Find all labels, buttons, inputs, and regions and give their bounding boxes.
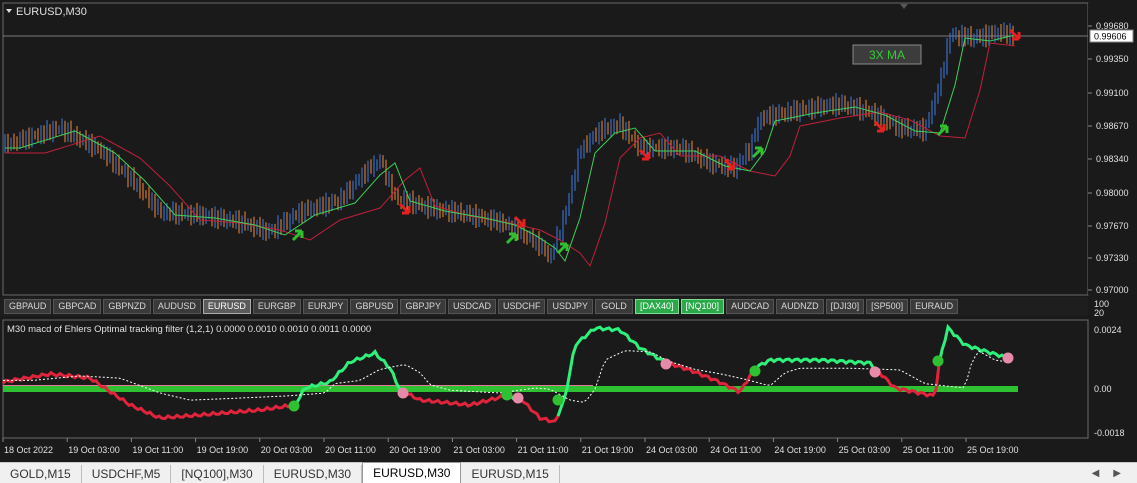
tab-nq100-m30[interactable]: [NQ100],M30 <box>171 465 264 483</box>
indicator-area[interactable] <box>2 319 1089 439</box>
symbol-button-usdcad[interactable]: USDCAD <box>447 299 496 314</box>
symbol-button-sp500[interactable]: [SP500] <box>866 299 909 314</box>
tab-usdchf-m5[interactable]: USDCHF,M5 <box>82 465 172 483</box>
time-tick-label: 19 Oct 03:00 <box>68 445 120 455</box>
time-tick-label: 24 Oct 19:00 <box>774 445 826 455</box>
time-tick-label: 19 Oct 19:00 <box>197 445 249 455</box>
indicator-tick-zero: 0.00 <box>1094 384 1112 394</box>
time-tick-label: 19 Oct 11:00 <box>132 445 183 455</box>
tab-eurusd-m30[interactable]: EURUSD,M30 <box>264 465 363 483</box>
cross-down-dot <box>869 366 881 378</box>
price-tick-label: 0.98000 <box>1096 188 1129 198</box>
price-tick-label: 0.97330 <box>1096 253 1129 263</box>
symbol-button-gbpusd[interactable]: GBPUSD <box>350 299 399 314</box>
time-tick-label: 25 Oct 11:00 <box>903 445 954 455</box>
cross-up-dot <box>501 389 513 401</box>
symbol-button-usdjpy[interactable]: USDJPY <box>547 299 593 314</box>
symbol-button-dji30[interactable]: [DJI30] <box>825 299 865 314</box>
price-tick-label: 0.98340 <box>1096 154 1129 164</box>
symbol-button-audusd[interactable]: AUDUSD <box>152 299 201 314</box>
price-tick-label: 0.97000 <box>1096 285 1129 295</box>
time-axis: 18 Oct 2022 19 Oct 03:00 19 Oct 11:00 19 Oc… <box>2 438 1019 455</box>
cross-down-dot <box>512 392 524 404</box>
price-axis <box>1088 3 1137 295</box>
symbol-button-eurjpy[interactable]: EURJPY <box>302 299 349 314</box>
price-tick-label: 0.99350 <box>1096 54 1129 64</box>
price-tick-label: 0.97670 <box>1096 221 1129 231</box>
time-tick-label: 21 Oct 11:00 <box>518 445 569 455</box>
cross-up-dot <box>552 394 564 406</box>
indicator-tick-top: 0.0024 <box>1094 325 1122 335</box>
tab-scroll-right-icon[interactable]: ▶ <box>1113 465 1121 483</box>
symbol-button-gbpaud[interactable]: GBPAUD <box>4 299 52 314</box>
current-price-label: 0.99606 <box>1094 32 1127 42</box>
time-tick-label: 18 Oct 2022 <box>4 445 53 455</box>
cross-up-dot <box>288 400 300 412</box>
time-tick-label: 20 Oct 19:00 <box>389 445 441 455</box>
symbol-button-gbpcad[interactable]: GBPCAD <box>53 299 102 314</box>
tab-scroll-left-icon[interactable]: ◀ <box>1092 465 1100 483</box>
tab-eurusd-m15[interactable]: EURUSD,M15 <box>461 465 560 483</box>
symbol-button-gbpnzd[interactable]: GBPNZD <box>103 299 151 314</box>
tab-eurusd-m30-active[interactable]: EURUSD,M30 <box>362 462 462 483</box>
cross-up-dot <box>932 355 944 367</box>
symbol-button-nq100[interactable]: [NQ100] <box>680 299 725 314</box>
ma-label: 3X MA <box>869 48 905 62</box>
symbol-button-eurgbp[interactable]: EURGBP <box>252 299 301 314</box>
symbol-button-bar: GBPAUD GBPCAD GBPNZD AUDUSD EURUSD EURGBP EURJ… <box>0 297 1088 316</box>
time-tick-label: 20 Oct 11:00 <box>325 445 376 455</box>
chart-tab-bar: GOLD,M15 USDCHF,M5 [NQ100],M30 EURUSD,M3… <box>0 462 1137 483</box>
symbol-scale-label-bottom: 20 <box>1094 308 1104 318</box>
chart-window: EURUSD,M30 3X MA 0.99680 0.99350 0.99100 0.… <box>0 0 1137 462</box>
time-tick-label: 24 Oct 11:00 <box>710 445 761 455</box>
symbol-button-audcad[interactable]: AUDCAD <box>726 299 775 314</box>
cross-down-dot <box>1002 352 1014 364</box>
chart-canvas[interactable]: EURUSD,M30 3X MA 0.996800.993500.991000.… <box>0 0 1137 462</box>
time-tick-label: 25 Oct 03:00 <box>839 445 891 455</box>
tab-scroll-controls: ◀ ▶ <box>1092 465 1137 483</box>
symbol-button-euraud[interactable]: EURAUD <box>910 299 959 314</box>
symbol-button-usdchf[interactable]: USDCHF <box>497 299 546 314</box>
time-tick-label: 25 Oct 19:00 <box>967 445 1019 455</box>
price-tick-label: 0.99100 <box>1096 88 1129 98</box>
chart-title: EURUSD,M30 <box>16 6 87 18</box>
indicator-title: M30 macd of Ehlers Optimal tracking filt… <box>7 324 371 335</box>
time-tick-label: 20 Oct 03:00 <box>261 445 313 455</box>
time-tick-label: 24 Oct 03:00 <box>646 445 698 455</box>
symbol-button-audnzd[interactable]: AUDNZD <box>776 299 824 314</box>
cross-down-dot <box>660 358 672 370</box>
cross-down-dot <box>397 387 409 399</box>
symbol-button-gold[interactable]: GOLD <box>595 299 633 314</box>
symbol-button-gbpjpy[interactable]: GBPJPY <box>400 299 446 314</box>
symbol-button-eurusd[interactable]: EURUSD <box>202 299 251 314</box>
time-tick-label: 21 Oct 03:00 <box>453 445 505 455</box>
price-tick-label: 0.98670 <box>1096 121 1129 131</box>
time-tick-label: 21 Oct 19:00 <box>582 445 634 455</box>
tab-gold-m15[interactable]: GOLD,M15 <box>0 465 82 483</box>
indicator-tick-bottom: -0.0018 <box>1094 428 1125 438</box>
cross-up-dot <box>749 365 761 377</box>
symbol-button-dax40[interactable]: [DAX40] <box>635 299 679 314</box>
